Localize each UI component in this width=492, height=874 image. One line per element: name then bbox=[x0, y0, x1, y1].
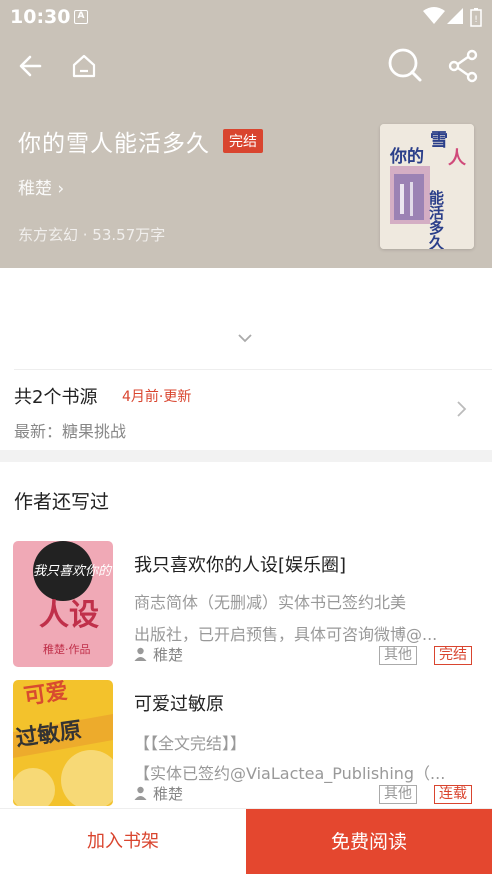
work-description: 【【全文完结】】 bbox=[134, 734, 247, 753]
work-title: 我只喜欢你的人设[娱乐圈] bbox=[134, 555, 347, 576]
battery-icon: ! bbox=[470, 8, 482, 27]
share-icon[interactable] bbox=[444, 46, 484, 86]
work-cover-title: 人设 bbox=[39, 598, 99, 633]
svg-text:你的: 你的 bbox=[389, 146, 424, 167]
svg-text:!: ! bbox=[474, 15, 478, 25]
source-update-time: 4月前·更新 bbox=[122, 389, 192, 405]
work-title: 可爱过敏原 bbox=[134, 694, 224, 715]
status-tag: 连载 bbox=[434, 785, 472, 804]
latest-chapter[interactable]: 最新：糖果挑战 bbox=[14, 418, 126, 442]
work-author-name: 稚楚 bbox=[153, 646, 184, 664]
work-cover: 我只喜欢你的 人设 稚楚·作品 bbox=[13, 541, 113, 667]
book-header: 你的雪人能活多久 完结 稚楚 › 东方玄幻 · 53.57万字 你的 雪 人 能… bbox=[0, 34, 492, 268]
back-arrow-icon[interactable] bbox=[12, 46, 52, 86]
person-icon bbox=[134, 786, 147, 800]
home-icon[interactable] bbox=[64, 46, 104, 86]
work-description: 商志简体（无删减）实体书已签约北美 bbox=[134, 593, 407, 612]
book-meta: 东方玄幻 · 53.57万字 bbox=[18, 226, 166, 244]
person-icon bbox=[134, 647, 147, 661]
signal-icon bbox=[447, 8, 463, 24]
work-author: 稚楚 bbox=[134, 783, 183, 804]
chevron-right-icon[interactable] bbox=[454, 400, 468, 418]
status-time: 10:30 bbox=[10, 6, 71, 28]
svg-text:稚楚·作品: 稚楚·作品 bbox=[43, 642, 91, 656]
svg-text:我只喜欢你的: 我只喜欢你的 bbox=[33, 564, 113, 579]
search-icon[interactable] bbox=[384, 44, 424, 84]
author-link[interactable]: 稚楚 › bbox=[18, 174, 64, 199]
book-title: 你的雪人能活多久 bbox=[18, 131, 210, 157]
status-bar: 10:30 A ! bbox=[0, 0, 492, 34]
list-item[interactable]: 可爱 过敏原 可爱过敏原 【【全文完结】】 【实体已签约@ViaLactea_P… bbox=[0, 680, 492, 806]
wifi-icon bbox=[423, 7, 445, 24]
work-author: 稚楚 bbox=[134, 644, 183, 665]
add-to-shelf-button[interactable]: 加入书架 bbox=[0, 809, 246, 874]
work-cover: 可爱 过敏原 bbox=[13, 680, 113, 806]
work-description: 出版社，已开启预售，具体可咨询微博@... bbox=[134, 625, 438, 644]
bottom-action-bar: 加入书架 免费阅读 bbox=[0, 808, 492, 874]
work-description: 【实体已签约@ViaLactea_Publishing（... bbox=[134, 764, 446, 783]
status-tag: 完结 bbox=[434, 646, 472, 665]
book-cover: 你的 雪 人 能活多久 bbox=[380, 124, 474, 249]
book-cover-art: 你的 雪 人 能活多久 bbox=[380, 124, 474, 249]
work-cover-art: 我只喜欢你的 人设 稚楚·作品 bbox=[13, 541, 113, 667]
svg-text:雪: 雪 bbox=[430, 130, 448, 151]
work-cover-art: 可爱 过敏原 bbox=[13, 680, 113, 806]
svg-text:人: 人 bbox=[448, 148, 467, 169]
chevron-down-icon[interactable] bbox=[236, 332, 254, 344]
category-tag: 其他 bbox=[379, 646, 417, 665]
category-tag: 其他 bbox=[379, 785, 417, 804]
svg-text:能活多久: 能活多久 bbox=[427, 189, 445, 249]
notification-icon: A bbox=[74, 10, 88, 24]
source-count[interactable]: 共2个书源 bbox=[14, 383, 97, 409]
list-item[interactable]: 我只喜欢你的 人设 稚楚·作品 我只喜欢你的人设[娱乐圈] 商志简体（无删减）实… bbox=[0, 541, 492, 671]
work-author-name: 稚楚 bbox=[153, 785, 184, 803]
section-title: 作者还写过 bbox=[14, 491, 110, 513]
divider bbox=[14, 369, 492, 370]
free-read-button[interactable]: 免费阅读 bbox=[246, 809, 492, 874]
status-badge: 完结 bbox=[223, 129, 263, 153]
